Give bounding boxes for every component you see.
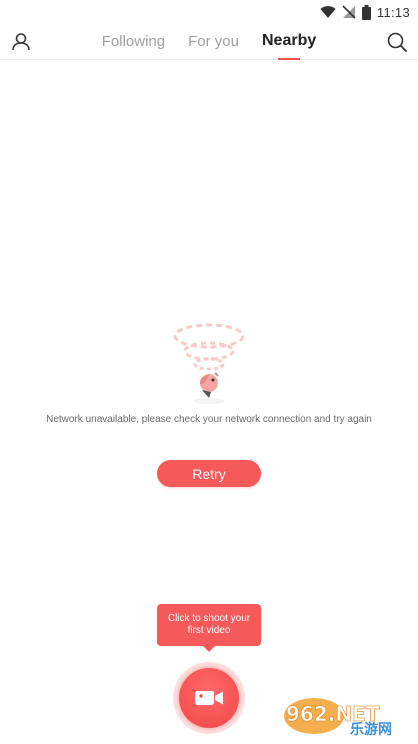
tab-for-you[interactable]: For you	[187, 33, 240, 50]
site-watermark: 962.NET 乐游网	[284, 698, 392, 738]
status-time: 11:13	[376, 4, 410, 20]
wifi-icon	[320, 6, 336, 19]
record-button-halo	[173, 662, 245, 734]
no-signal-icon	[342, 5, 356, 19]
video-camera-icon	[195, 691, 223, 705]
battery-icon	[361, 4, 371, 20]
status-bar: 11:13	[0, 0, 418, 24]
watermark-subtitle: 乐游网	[350, 721, 392, 738]
tooltip-text: Click to shoot your first video	[167, 613, 251, 636]
record-video-button[interactable]	[179, 668, 239, 728]
shoot-video-tooltip: Click to shoot your first video	[157, 604, 261, 652]
top-navigation: Following For you Nearby	[0, 24, 418, 60]
tab-nearby[interactable]: Nearby	[261, 32, 317, 50]
search-icon	[387, 32, 407, 52]
search-button[interactable]	[385, 30, 409, 54]
tab-following[interactable]: Following	[101, 33, 166, 50]
no-network-illustration	[173, 323, 245, 404]
retry-button[interactable]: Retry	[157, 460, 261, 487]
feed-tabs: Following For you Nearby	[0, 24, 418, 58]
network-error-message: Network unavailable, please check your n…	[46, 414, 372, 425]
